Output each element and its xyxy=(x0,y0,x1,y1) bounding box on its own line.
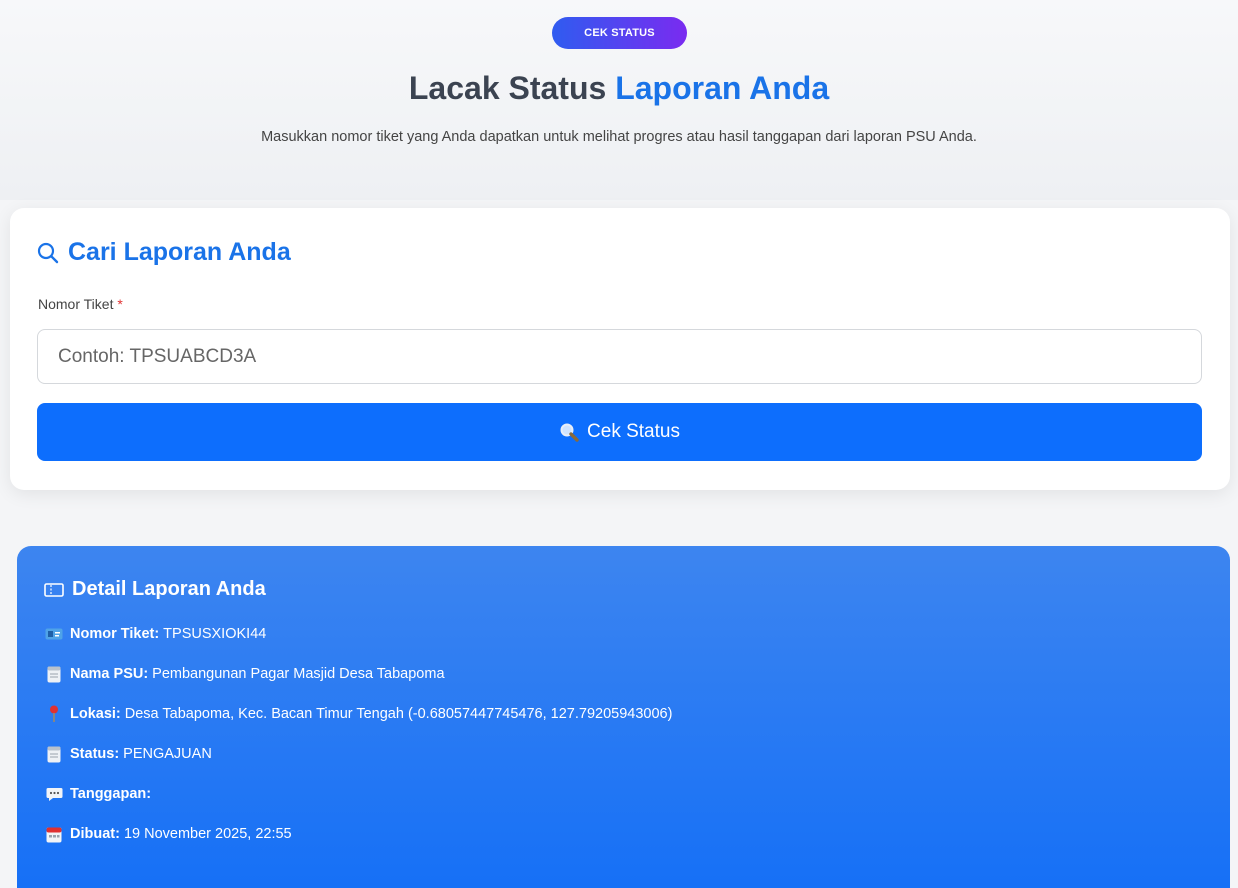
detail-row-status: Status: PENGAJUAN xyxy=(45,746,212,762)
hero-section: CEK STATUS Lacak Status Laporan Anda Mas… xyxy=(0,0,1238,200)
magnifier-icon xyxy=(560,423,579,442)
page-title-accent: Laporan Anda xyxy=(615,70,830,106)
document-icon xyxy=(45,666,63,682)
document-icon xyxy=(45,746,63,762)
detail-row-created: Dibuat: 19 November 2025, 22:55 xyxy=(45,826,292,842)
id-card-icon xyxy=(45,626,63,642)
report-detail-title-text: Detail Laporan Anda xyxy=(72,578,266,600)
calendar-icon xyxy=(45,826,63,842)
pin-icon xyxy=(45,705,63,722)
speech-bubble-icon xyxy=(45,786,63,802)
detail-value: Pembangunan Pagar Masjid Desa Tabapoma xyxy=(152,666,445,682)
page-title-main: Lacak Status xyxy=(408,70,607,106)
detail-label: Status: xyxy=(70,746,120,762)
check-status-button[interactable]: Cek Status xyxy=(37,403,1202,461)
report-detail-panel: Detail Laporan Anda Nomor Tiket: TPSUSXI… xyxy=(17,546,1230,888)
required-mark: * xyxy=(117,296,123,312)
detail-row-response: Tanggapan: xyxy=(45,786,155,802)
detail-row-ticket-number: Nomor Tiket: TPSUSXIOKI44 xyxy=(45,626,266,642)
detail-label: Tanggapan: xyxy=(70,786,152,802)
search-card-title-text: Cari Laporan Anda xyxy=(68,238,291,266)
page-subtitle: Masukkan nomor tiket yang Anda dapatkan … xyxy=(261,129,977,145)
detail-value: 19 November 2025, 22:55 xyxy=(123,826,292,842)
detail-value: PENGAJUAN xyxy=(123,746,212,762)
ticket-icon xyxy=(44,582,64,597)
detail-label: Nama PSU: xyxy=(70,666,149,682)
detail-label: Lokasi: xyxy=(70,706,121,722)
detail-label: Nomor Tiket: xyxy=(70,626,160,642)
detail-value: Desa Tabapoma, Kec. Bacan Timur Tengah (… xyxy=(124,706,673,722)
report-detail-title: Detail Laporan Anda xyxy=(44,578,266,601)
search-card-title: Cari Laporan Anda xyxy=(36,238,291,267)
ticket-number-label: Nomor Tiket * xyxy=(38,296,123,312)
search-card: Cari Laporan Anda Nomor Tiket * Cek Stat… xyxy=(10,208,1230,490)
status-badge: CEK STATUS xyxy=(552,17,687,49)
detail-row-psu-name: Nama PSU: Pembangunan Pagar Masjid Desa … xyxy=(45,666,445,682)
ticket-number-input[interactable] xyxy=(37,329,1202,384)
detail-row-location: Lokasi: Desa Tabapoma, Kec. Bacan Timur … xyxy=(45,705,673,722)
search-icon xyxy=(37,242,59,263)
page-title: Lacak Status Laporan Anda xyxy=(0,70,1238,107)
detail-label: Dibuat: xyxy=(70,826,120,842)
check-status-button-label: Cek Status xyxy=(587,421,680,442)
detail-value: TPSUSXIOKI44 xyxy=(163,626,267,642)
ticket-number-label-text: Nomor Tiket xyxy=(38,296,114,312)
